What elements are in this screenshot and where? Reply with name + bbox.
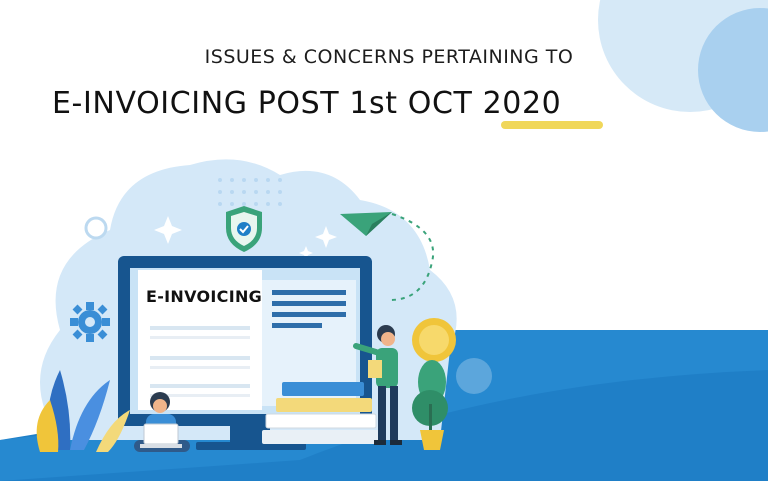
headline-subtitle: ISSUES & CONCERNS PERTAINING TO xyxy=(204,46,574,68)
decor-circle-right xyxy=(456,358,492,394)
headline-title: E-INVOICING POST 1st OCT 2020 xyxy=(52,86,561,121)
headline-year: 2020 xyxy=(482,86,562,121)
laptop-icon xyxy=(140,423,182,448)
headline-title-text: E-INVOICING POST 1st OCT xyxy=(52,86,483,121)
coin-icon xyxy=(412,318,456,362)
illustration-canvas: ISSUES & CONCERNS PERTAINING TO E-INVOIC… xyxy=(0,0,768,481)
gear-icon xyxy=(70,302,110,342)
screen-document-title: E-INVOICING xyxy=(146,287,263,306)
year-underline xyxy=(501,121,603,129)
decor-dot-left xyxy=(84,216,108,240)
scene-illustration xyxy=(0,0,768,481)
